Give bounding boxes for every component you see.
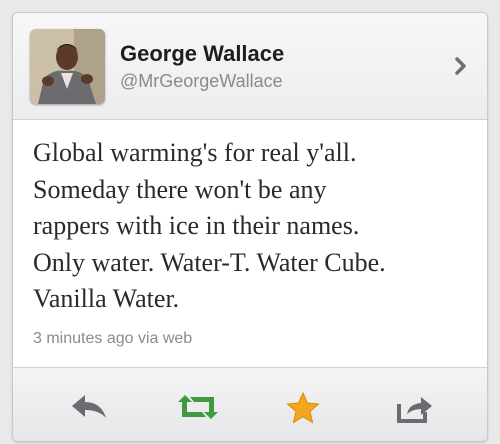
action-bar: [13, 367, 487, 441]
tweet-meta: 3 minutes ago via web: [33, 330, 193, 347]
reply-icon[interactable]: [69, 392, 109, 422]
star-icon[interactable]: [286, 392, 326, 424]
author-avatar[interactable]: [30, 29, 105, 104]
chevron-right-icon[interactable]: [453, 54, 469, 78]
retweet-icon[interactable]: [176, 392, 218, 422]
author-name[interactable]: George Wallace: [120, 41, 284, 67]
tweet-text: Global warming's for real y'all. Someday…: [33, 138, 386, 313]
share-icon[interactable]: [395, 392, 435, 423]
author-handle[interactable]: @MrGeorgeWallace: [120, 71, 283, 92]
tweet-header[interactable]: George Wallace @MrGeorgeWallace: [13, 13, 487, 120]
tweet-card: George Wallace @MrGeorgeWallace Global w…: [12, 12, 488, 442]
